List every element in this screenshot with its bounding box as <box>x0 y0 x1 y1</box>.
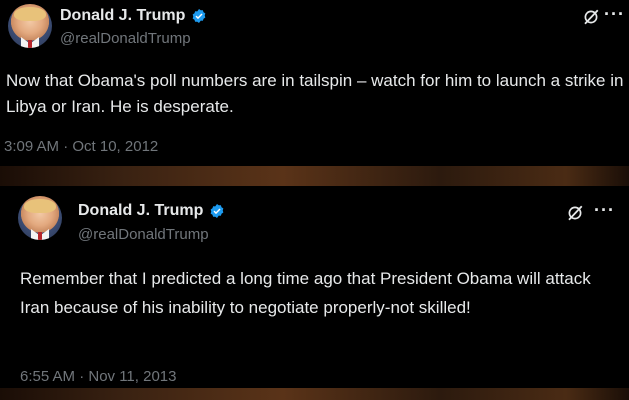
tweet-text: Now that Obama's poll numbers are in tai… <box>6 71 624 116</box>
verified-icon <box>211 204 224 218</box>
background-photo-strip <box>0 166 629 186</box>
tweet-card-2[interactable]: Donald J. Trump @realDonaldTrump ··· Rem… <box>0 186 629 388</box>
avatar[interactable] <box>18 196 62 240</box>
tweet-card-1[interactable]: Donald J. Trump @realDonaldTrump ··· Now… <box>0 0 629 166</box>
grok-icon[interactable] <box>582 8 600 26</box>
background-photo-strip-bottom <box>0 388 629 400</box>
handle[interactable]: @realDonaldTrump <box>60 30 191 47</box>
timestamp[interactable]: 6:55 AM · Nov 11, 2013 <box>20 368 176 385</box>
grok-icon[interactable] <box>566 204 584 222</box>
display-name[interactable]: Donald J. Trump <box>78 202 203 220</box>
avatar[interactable] <box>8 4 52 48</box>
timestamp[interactable]: 3:09 AM · Oct 10, 2012 <box>4 138 158 155</box>
verified-icon <box>193 9 206 23</box>
more-icon[interactable]: ··· <box>604 4 625 25</box>
tweet-text: Remember that I predicted a long time ag… <box>20 269 591 317</box>
more-icon[interactable]: ··· <box>594 200 615 221</box>
author-name-row: Donald J. Trump <box>78 202 225 220</box>
handle[interactable]: @realDonaldTrump <box>78 226 209 243</box>
author-name-row: Donald J. Trump <box>60 7 207 25</box>
display-name[interactable]: Donald J. Trump <box>60 7 185 25</box>
